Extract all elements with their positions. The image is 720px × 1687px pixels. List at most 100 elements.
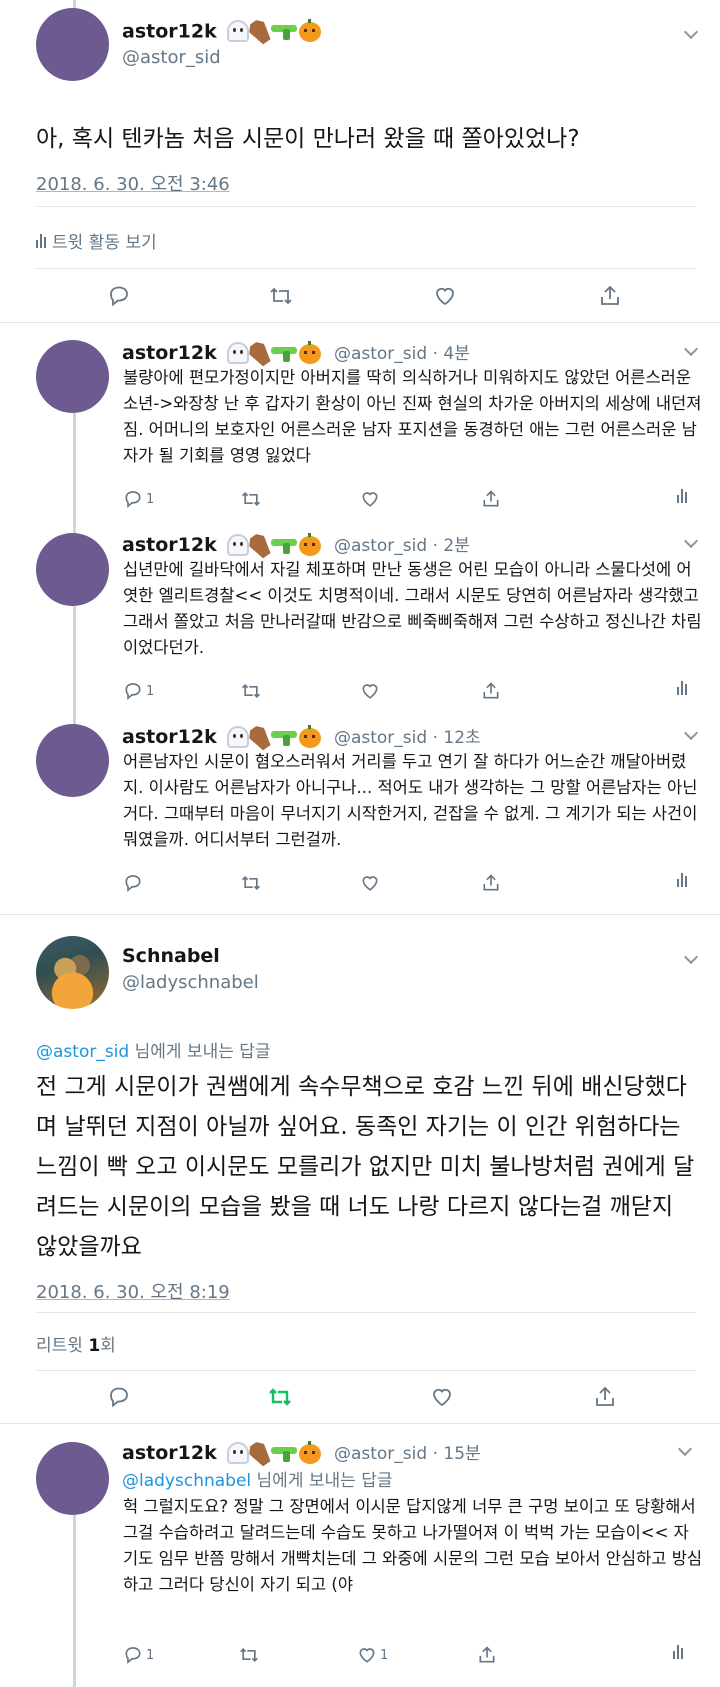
thread-line xyxy=(73,413,76,535)
name-emoji xyxy=(227,1440,322,1466)
like-button[interactable] xyxy=(360,873,380,893)
avatar[interactable] xyxy=(36,8,109,81)
water-gun-emoji-icon xyxy=(271,1445,298,1463)
chevron-down-icon[interactable] xyxy=(683,533,699,549)
chevron-down-icon[interactable] xyxy=(677,1441,693,1457)
ghost-emoji-icon xyxy=(227,20,250,42)
heart-icon xyxy=(433,1388,451,1407)
retweet-button[interactable] xyxy=(268,284,294,308)
share-button[interactable] xyxy=(598,284,622,308)
name-emoji xyxy=(227,340,322,366)
tweet-text: 전 그게 시문이가 권쌤에게 속수무책으로 호감 느낀 뒤에 배신당했다며 날뛰… xyxy=(36,1074,695,1260)
reply-button[interactable] xyxy=(107,284,131,308)
tweet-timestamp[interactable]: 2018. 6. 30. 오전 3:46 xyxy=(36,170,230,196)
retweet-icon xyxy=(242,491,260,507)
heart-icon xyxy=(362,492,378,507)
like-button[interactable] xyxy=(360,681,380,701)
reply-to-label: @ladyschnabel 님에게 보내는 답글 xyxy=(122,1471,393,1491)
reply-text: 헉 그럴지도요? 정말 그 장면에서 이시문 답지않게 너무 큰 구멍 보이고 … xyxy=(123,1497,703,1594)
share-button[interactable] xyxy=(477,1645,497,1665)
author-name[interactable]: astor12k xyxy=(122,17,322,47)
reply-text: 불량아에 편모가정이지만 아버지를 딱히 의식하거나 미워하지도 않았던 어른스… xyxy=(123,368,702,465)
avatar[interactable] xyxy=(36,533,109,606)
avatar[interactable] xyxy=(36,936,109,1009)
analytics-button[interactable] xyxy=(677,489,687,503)
retweet-button[interactable] xyxy=(238,1645,260,1665)
tweet-timestamp[interactable]: 2018. 6. 30. 오전 8:19 xyxy=(36,1278,230,1304)
divider xyxy=(36,268,696,269)
retweet-button-active[interactable] xyxy=(267,1385,293,1409)
analytics-icon xyxy=(677,873,687,887)
reply-button[interactable]: 1 xyxy=(123,681,154,701)
like-button[interactable] xyxy=(433,284,457,308)
pumpkin-emoji-icon xyxy=(299,724,322,748)
tweet-activity-link[interactable]: 트윗 활동 보기 xyxy=(36,228,157,253)
retweet-icon xyxy=(270,287,292,305)
reply-button[interactable]: 1 xyxy=(123,1645,154,1665)
retweet-icon xyxy=(242,683,260,699)
name-emoji xyxy=(227,534,322,558)
reply-button[interactable] xyxy=(107,1385,131,1409)
chevron-down-icon[interactable] xyxy=(683,725,699,741)
like-button[interactable] xyxy=(360,489,380,509)
heart-icon xyxy=(362,684,378,699)
retweet-count: 1 xyxy=(88,1336,101,1356)
analytics-button[interactable] xyxy=(677,873,687,887)
avatar[interactable] xyxy=(36,724,109,797)
share-icon xyxy=(596,1386,614,1406)
share-button[interactable] xyxy=(481,873,501,893)
divider xyxy=(0,914,720,915)
share-button[interactable] xyxy=(481,681,501,701)
share-icon xyxy=(483,874,499,891)
retweet-button[interactable] xyxy=(240,681,262,701)
heart-icon xyxy=(359,1648,375,1663)
retweet-icon xyxy=(269,1388,291,1406)
reply-to-label: @astor_sid 님에게 보내는 답글 xyxy=(36,1042,271,1062)
reply-to-handle-link[interactable]: @ladyschnabel xyxy=(122,1471,251,1491)
reply-author-name[interactable]: astor12k @astor_sid · 2분 xyxy=(122,531,470,558)
share-button[interactable] xyxy=(481,489,501,509)
avatar[interactable] xyxy=(36,1442,109,1515)
analytics-button[interactable] xyxy=(677,681,687,695)
reply-author-name[interactable]: astor12k @astor_sid · 4분 xyxy=(122,339,470,366)
reply-button[interactable] xyxy=(123,873,146,893)
chevron-down-icon[interactable] xyxy=(683,24,699,40)
chevron-down-icon[interactable] xyxy=(683,341,699,357)
share-button[interactable] xyxy=(593,1385,617,1409)
reply-handle-time: @astor_sid · 15분 xyxy=(333,1444,481,1464)
pumpkin-emoji-icon xyxy=(299,1440,322,1464)
author-name[interactable]: Schnabel xyxy=(122,945,220,967)
chevron-down-icon[interactable] xyxy=(683,949,699,965)
retweet-button[interactable] xyxy=(240,873,262,893)
thread-line xyxy=(73,1515,76,1687)
reply-to-handle-link[interactable]: @astor_sid xyxy=(36,1042,129,1062)
analytics-button[interactable] xyxy=(673,1645,683,1659)
ghost-emoji-icon xyxy=(227,341,250,364)
ghost-emoji-icon xyxy=(227,725,250,748)
name-emoji xyxy=(227,724,322,750)
author-handle[interactable]: @astor_sid xyxy=(122,47,221,68)
retweet-button[interactable] xyxy=(240,489,262,509)
reply-icon xyxy=(125,491,141,508)
reply-count: 1 xyxy=(146,683,155,699)
like-button[interactable] xyxy=(430,1385,454,1409)
reply-handle-time: @astor_sid · 12초 xyxy=(333,728,481,748)
coffin-emoji-icon xyxy=(246,17,275,47)
reply-count: 1 xyxy=(146,1647,155,1663)
pumpkin-emoji-icon xyxy=(299,340,322,364)
like-button[interactable]: 1 xyxy=(357,1645,388,1665)
divider xyxy=(0,1423,720,1424)
author-handle[interactable]: @ladyschnabel xyxy=(122,972,259,993)
reply-icon xyxy=(110,286,128,307)
reply-author-name[interactable]: astor12k @astor_sid · 12초 xyxy=(122,723,481,750)
reply-author-name[interactable]: astor12k @astor_sid · 15분 xyxy=(122,1439,481,1466)
reply-icon xyxy=(125,683,141,700)
ghost-emoji-icon xyxy=(227,1441,250,1464)
divider xyxy=(36,1370,696,1371)
thread-line xyxy=(73,0,76,8)
pumpkin-emoji-icon xyxy=(299,19,322,42)
avatar[interactable] xyxy=(36,340,109,413)
heart-icon xyxy=(362,876,378,891)
retweet-stats[interactable]: 리트윗 1회 xyxy=(36,1331,116,1356)
reply-button[interactable]: 1 xyxy=(123,489,154,509)
